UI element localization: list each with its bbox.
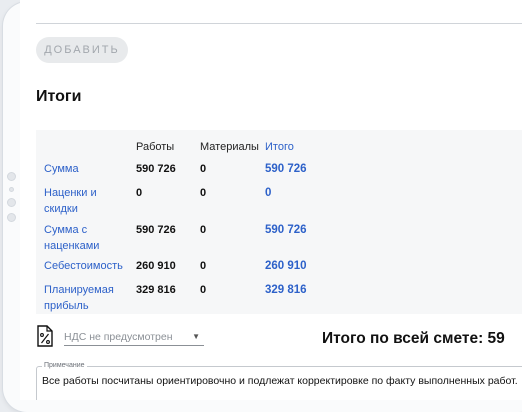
row-total-value: 329 816 bbox=[265, 284, 307, 296]
row-total-value: 260 910 bbox=[265, 260, 307, 272]
note-text: Все работы посчитаны ориентировочно и по… bbox=[42, 375, 518, 387]
tablet-side-controls bbox=[6, 172, 16, 228]
row-total-value: 590 726 bbox=[265, 224, 307, 236]
table-row: Планируемая прибыль 329 816 0 329 816 bbox=[36, 282, 522, 314]
row-materials-value: 0 bbox=[200, 260, 207, 272]
row-materials-value: 0 bbox=[200, 187, 207, 199]
row-materials-value: 0 bbox=[200, 284, 207, 296]
table-row: Сумма с наценками 590 726 0 590 726 bbox=[36, 222, 522, 254]
row-works-value: 590 726 bbox=[136, 163, 176, 175]
column-header-materials: Материалы bbox=[200, 141, 259, 153]
row-label: Сумма bbox=[44, 163, 79, 175]
grand-total: Итого по всей смете: 59 bbox=[322, 330, 505, 347]
row-works-value: 329 816 bbox=[136, 284, 176, 296]
table-row: Себестоимость 260 910 0 260 910 bbox=[36, 258, 522, 280]
tablet-side-dot bbox=[6, 172, 16, 181]
row-total-value: 0 bbox=[265, 187, 272, 199]
row-label: Сумма с наценками bbox=[44, 224, 100, 252]
totals-table: Работы Материалы Итого Сумма 590 726 0 5… bbox=[36, 130, 522, 314]
table-row: Наценки и скидки 0 0 0 bbox=[36, 185, 522, 217]
row-label: Себестоимость bbox=[44, 260, 123, 272]
tablet-side-dot bbox=[6, 213, 16, 222]
note-field[interactable]: Примечание Все работы посчитаны ориентир… bbox=[36, 362, 522, 400]
row-total-value: 590 726 bbox=[265, 163, 307, 175]
row-works-value: 590 726 bbox=[136, 224, 176, 236]
percent-document-icon bbox=[37, 325, 53, 347]
nds-select-value: НДС не предусмотрен bbox=[64, 331, 173, 343]
section-title: Итоги bbox=[36, 88, 82, 105]
chevron-down-icon: ▼ bbox=[192, 332, 200, 341]
tablet-side-dot bbox=[6, 198, 16, 207]
top-divider bbox=[36, 23, 522, 24]
row-materials-value: 0 bbox=[200, 224, 207, 236]
column-header-works: Работы bbox=[136, 141, 175, 153]
row-works-value: 260 910 bbox=[136, 260, 176, 272]
note-legend: Примечание bbox=[42, 362, 87, 369]
column-header-total: Итого bbox=[265, 141, 294, 153]
nds-select[interactable]: НДС не предусмотрен ▼ bbox=[64, 329, 204, 346]
row-label: Планируемая прибыль bbox=[44, 284, 114, 312]
tablet-side-dot bbox=[8, 187, 14, 192]
row-materials-value: 0 bbox=[200, 163, 207, 175]
screen: ДОБАВИТЬ Итоги Работы Материалы Итого Су… bbox=[20, 0, 522, 400]
add-button[interactable]: ДОБАВИТЬ bbox=[36, 37, 128, 63]
row-label: Наценки и скидки bbox=[44, 187, 97, 215]
row-works-value: 0 bbox=[136, 187, 143, 199]
table-row: Сумма 590 726 0 590 726 bbox=[36, 161, 522, 183]
